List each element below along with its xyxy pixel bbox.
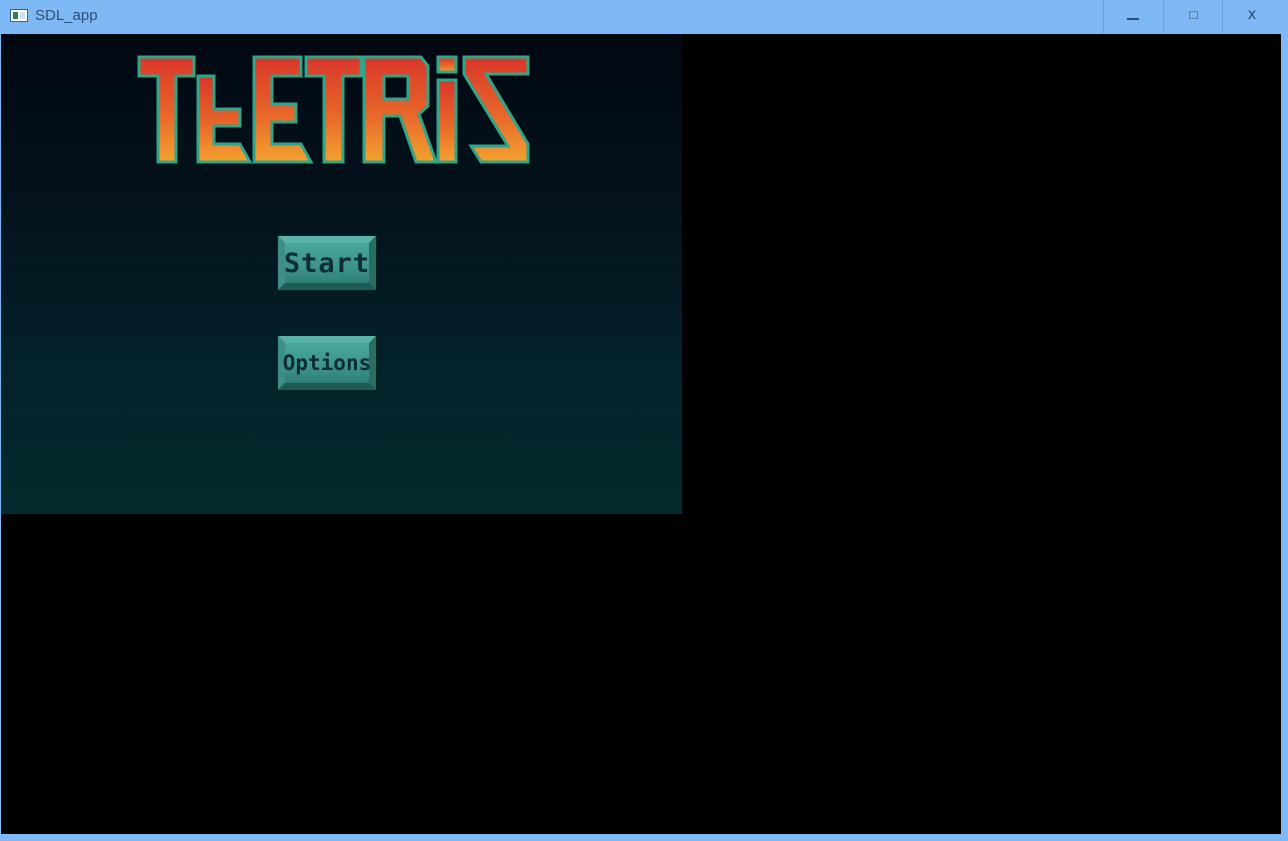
start-button[interactable]: Start	[277, 235, 377, 291]
minimize-button[interactable]	[1103, 0, 1162, 33]
start-button-label: Start	[283, 247, 371, 279]
options-button-label: Options	[282, 351, 372, 375]
app-window: SDL_app x Start Options	[0, 0, 1288, 841]
game-canvas[interactable]: Start Options	[1, 34, 682, 514]
maximize-button[interactable]	[1163, 0, 1222, 33]
game-logo	[136, 54, 536, 166]
close-button[interactable]: x	[1222, 0, 1281, 33]
close-icon: x	[1247, 5, 1257, 23]
app-window-icon	[10, 9, 28, 22]
minimize-icon	[1127, 17, 1139, 20]
options-button[interactable]: Options	[277, 335, 377, 391]
window-border-right[interactable]	[1281, 33, 1288, 841]
title-bar[interactable]: SDL_app x	[0, 0, 1288, 33]
maximize-icon	[1188, 10, 1198, 19]
client-area: Start Options	[1, 34, 1281, 834]
window-border-bottom[interactable]	[0, 834, 1288, 841]
window-title: SDL_app	[35, 7, 98, 24]
